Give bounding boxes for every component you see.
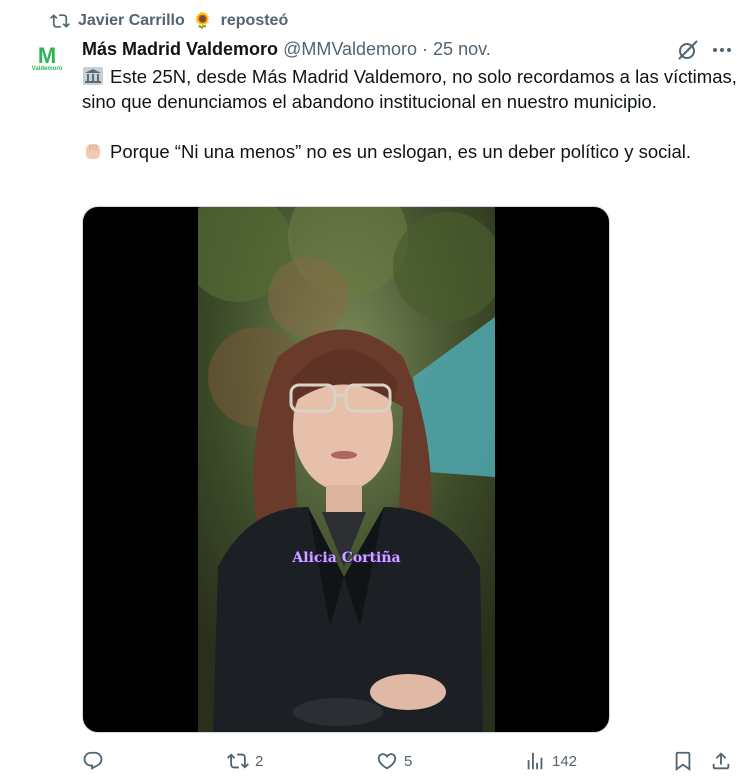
reply-icon: [83, 751, 103, 770]
views-button[interactable]: 142: [524, 748, 577, 774]
grok-button[interactable]: [676, 38, 700, 62]
repost-label: reposteó: [220, 12, 289, 29]
repost-icon: [227, 753, 249, 769]
video-still-image: [198, 207, 495, 732]
share-button[interactable]: [710, 748, 732, 774]
avatar-logo-letter: M: [37, 42, 57, 68]
video-caption: Alicia Cortiña: [292, 550, 401, 566]
institution-icon: [83, 67, 103, 85]
sunflower-icon: 🌻: [192, 13, 213, 30]
reply-button[interactable]: [82, 748, 110, 774]
repost-count: 2: [255, 752, 264, 770]
repost-icon: [50, 14, 70, 28]
like-icon: [377, 753, 397, 770]
like-button[interactable]: 5: [376, 748, 412, 774]
tweet-date[interactable]: 25 nov.: [433, 39, 491, 60]
views-icon: [527, 752, 543, 770]
tweet-actions: 2 5 142: [82, 748, 742, 774]
avatar-logo-sub: Valdemoro: [31, 65, 63, 72]
author-name[interactable]: Más Madrid Valdemoro: [82, 39, 278, 60]
repost-context[interactable]: Javier Carrillo 🌻 reposteó: [50, 10, 288, 32]
video-player[interactable]: Alicia Cortiña: [82, 206, 610, 733]
views-count: 142: [552, 752, 578, 770]
share-icon: [712, 752, 730, 770]
repost-user[interactable]: Javier Carrillo: [78, 12, 185, 30]
repost-button[interactable]: 2: [227, 748, 263, 774]
video-frame: Alicia Cortiña: [198, 207, 495, 732]
like-count: 5: [404, 752, 413, 770]
separator: ·: [422, 38, 429, 59]
paragraph-2: Porque “Ni una menos” no es un eslogan, …: [110, 141, 692, 162]
bookmark-icon: [675, 751, 691, 772]
tweet-text: Este 25N, desde Más Madrid Valdemoro, no…: [82, 64, 742, 164]
tweet-header: Más Madrid Valdemoro @MMValdemoro · 25 n…: [82, 36, 491, 62]
more-icon[interactable]: [709, 38, 735, 62]
raised-fist-icon: [86, 144, 100, 159]
grok-icon: [678, 40, 698, 60]
paragraph-1: Este 25N, desde Más Madrid Valdemoro, no…: [82, 66, 737, 112]
author-handle[interactable]: @MMValdemoro: [283, 39, 417, 60]
bookmark-button[interactable]: [672, 748, 694, 774]
avatar[interactable]: M Valdemoro: [26, 38, 68, 80]
